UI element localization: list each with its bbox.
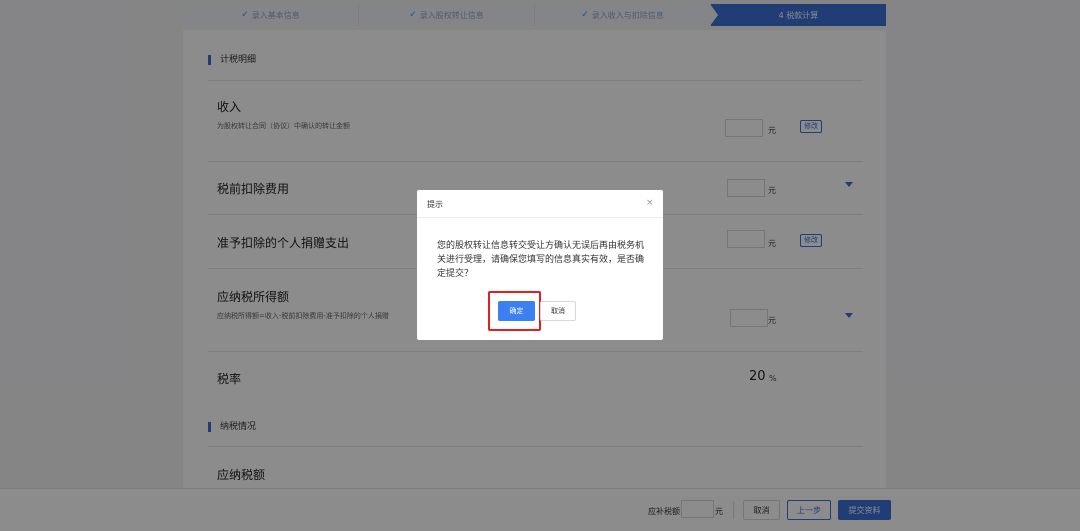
dialog-confirm-button[interactable]: 确定	[498, 301, 535, 321]
dialog-message: 您的股权转让信息转交受让方确认无误后再由税务机关进行受理，请确保您填写的信息真实…	[437, 241, 645, 279]
dialog-cancel-button[interactable]: 取消	[540, 301, 576, 321]
close-icon[interactable]: ×	[646, 198, 654, 208]
dialog-title: 提示	[427, 200, 443, 209]
tax-calculation-page: ✓ 录入基本信息 ✓ 录入股权转让信息 ✓ 录入收入与扣除信息 4 税款计算 计税明细…	[0, 0, 1080, 531]
dialog-divider	[417, 217, 663, 218]
